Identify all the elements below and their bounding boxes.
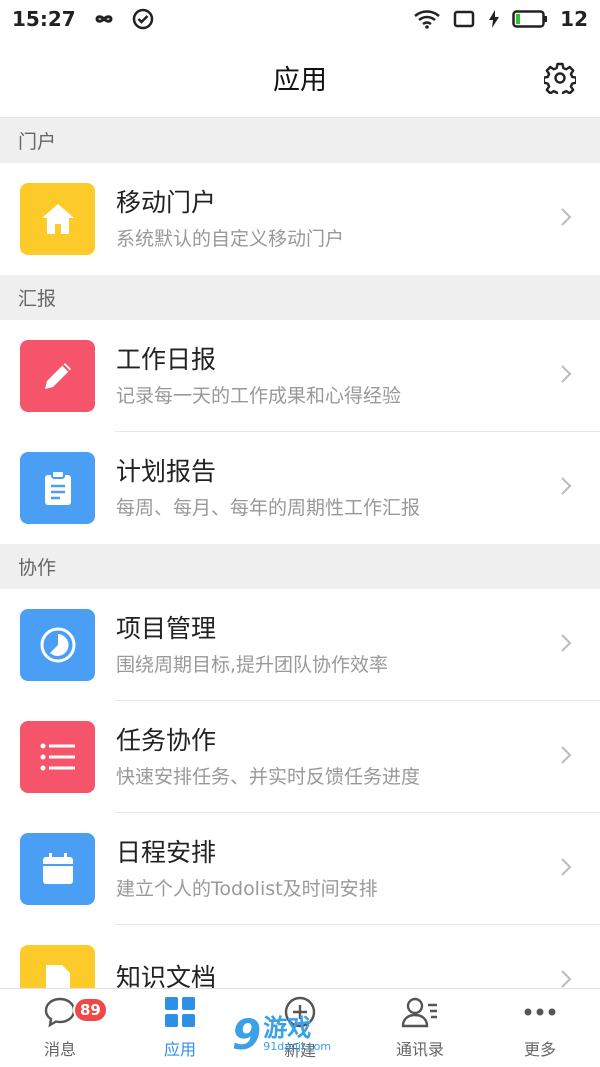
app-name: 项目管理 [116,613,217,643]
home-icon [20,183,95,255]
app-desc: 记录每一天的工作成果和心得经验 [116,384,402,407]
chevron-right-icon [560,476,572,500]
tab-label: 消息 [43,1040,76,1059]
app-item-knowledge-docs[interactable]: 知识文档 [0,925,600,988]
chevron-right-icon [560,207,572,231]
app-desc: 系统默认的自定义移动门户 [116,227,345,250]
chevron-right-icon [560,364,572,388]
app-item-mobile-portal[interactable]: 移动门户 系统默认的自定义移动门户 [0,163,600,275]
title-bar: 应用 [0,38,600,118]
pencil-icon [20,340,95,412]
unread-badge: 89 [73,997,108,1023]
app-name: 日程安排 [116,837,217,867]
tab-messages[interactable]: 89 消息 [0,989,120,1067]
app-desc: 每周、每月、每年的周期性工作汇报 [116,496,421,519]
settings-gear-icon[interactable] [542,60,578,96]
document-icon [20,945,95,988]
app-name: 任务协作 [116,725,217,755]
section-header-portal: 门户 [0,118,600,163]
app-name: 计划报告 [116,456,217,486]
section-header-collab: 协作 [0,544,600,589]
watermark-text: 游戏 [263,1014,312,1042]
chevron-right-icon [560,745,572,769]
wifi-icon [414,9,440,29]
tab-contacts[interactable]: 通讯录 [360,989,480,1067]
more-icon [522,996,558,1032]
battery-level: 12 [560,7,588,31]
app-item-project-management[interactable]: 项目管理 围绕周期目标,提升团队协作效率 [0,589,600,701]
app-item-plan-report[interactable]: 计划报告 每周、每月、每年的周期性工作汇报 [0,432,600,544]
chevron-right-icon [560,633,572,657]
apps-grid-icon [164,996,196,1032]
app-list: 门户 移动门户 系统默认的自定义移动门户 汇报 工作日报 记录每一天的工作成果和… [0,118,600,988]
watermark-logo: 9 游戏 91danji.com [232,1010,331,1059]
clock-icon [20,609,95,681]
tab-apps[interactable]: 应用 [120,989,240,1067]
battery-icon [512,9,548,29]
section-header-report: 汇报 [0,275,600,320]
chevron-right-icon [560,857,572,881]
app-item-task-collab[interactable]: 任务协作 快速安排任务、并实时反馈任务进度 [0,701,600,813]
calendar-icon [20,833,95,905]
contacts-icon [401,996,439,1032]
check-circle-icon [132,8,154,30]
chat-icon [43,996,77,1032]
app-desc: 快速安排任务、并实时反馈任务进度 [116,765,421,788]
chevron-right-icon [560,969,572,988]
app-item-schedule[interactable]: 日程安排 建立个人的Todolist及时间安排 [0,813,600,925]
clipboard-icon [20,452,95,524]
tab-label: 应用 [163,1040,196,1059]
screen-rotate-icon [452,9,476,29]
list-icon [20,721,95,793]
tab-label: 通讯录 [395,1040,444,1059]
status-time: 15:27 [12,7,76,31]
app-desc: 建立个人的Todolist及时间安排 [116,877,378,900]
app-name: 移动门户 [116,187,217,217]
infinity-icon [90,11,118,27]
app-name: 知识文档 [116,963,217,988]
tab-label: 更多 [523,1040,556,1059]
page-title: 应用 [273,65,327,96]
charging-bolt-icon [488,9,500,29]
app-name: 工作日报 [116,344,217,374]
app-item-daily-report[interactable]: 工作日报 记录每一天的工作成果和心得经验 [0,320,600,432]
watermark-number: 9 [232,1010,262,1059]
status-bar: 15:27 12 [0,0,600,38]
tab-more[interactable]: 更多 [480,989,600,1067]
app-desc: 围绕周期目标,提升团队协作效率 [116,653,389,676]
watermark-url: 91danji.com [263,1040,332,1053]
